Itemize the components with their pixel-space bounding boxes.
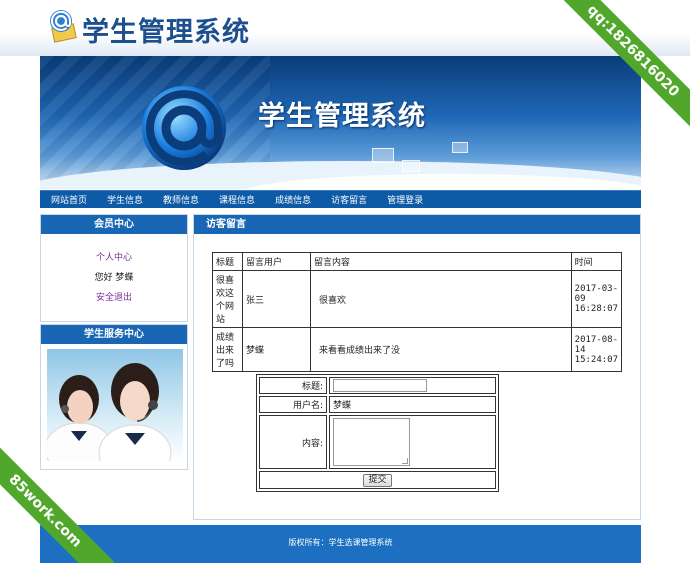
submit-button[interactable]: 提交 <box>363 473 392 487</box>
title-label: 标题: <box>259 377 327 394</box>
envelope-icon <box>402 160 420 172</box>
guestbook-title: 访客留言 <box>194 215 640 234</box>
message-time: 2017-03-09 16:28:07 <box>570 270 623 328</box>
logout-link[interactable]: 安全退出 <box>96 293 132 303</box>
member-center-title: 会员中心 <box>41 215 187 234</box>
profile-link[interactable]: 个人中心 <box>96 253 132 263</box>
username-label: 用户名: <box>259 396 327 413</box>
banner-title: 学生管理系统 <box>258 101 426 132</box>
message-form: 标题: 用户名: 梦蝶 内容: 提交 <box>256 374 499 492</box>
nav-students[interactable]: 学生信息 <box>107 193 143 206</box>
message-content: 很喜欢 <box>310 270 572 328</box>
envelope-icon <box>452 142 468 153</box>
service-staff-illustration <box>47 363 172 461</box>
table-row: 成绩出来了吗 梦蝶 来看看成绩出来了没 2017-08-14 15:24:07 <box>212 327 623 372</box>
service-staff-photo <box>47 349 183 461</box>
message-title: 很喜欢这个网站 <box>212 270 243 328</box>
member-links: 个人中心 您好 梦蝶 安全退出 <box>41 234 187 308</box>
at-logo-icon <box>50 10 77 43</box>
guestbook-table: 标题 留言用户 留言内容 时间 很喜欢这个网站 张三 很喜欢 2017-03-0… <box>212 252 623 372</box>
banner: 学生管理系统 <box>40 56 641 189</box>
greeting-text: 您好 梦蝶 <box>94 273 134 283</box>
table-header-row: 标题 留言用户 留言内容 时间 <box>212 252 623 271</box>
nav-grades[interactable]: 成绩信息 <box>275 193 311 206</box>
footer: 版权所有：学生选课管理系统 <box>40 525 641 563</box>
nav-admin-login[interactable]: 管理登录 <box>387 193 423 206</box>
nav-home[interactable]: 网站首页 <box>51 193 87 206</box>
username-value: 梦蝶 <box>329 396 496 413</box>
title-input[interactable] <box>333 379 427 392</box>
column-header: 留言内容 <box>310 252 572 271</box>
member-center-panel: 会员中心 个人中心 您好 梦蝶 安全退出 <box>40 214 188 322</box>
column-header: 时间 <box>570 252 623 271</box>
content-label: 内容: <box>259 415 327 469</box>
guestbook-panel: 访客留言 标题 留言用户 留言内容 时间 很喜欢这个网站 张三 很喜欢 2017… <box>193 214 641 520</box>
nav-teachers[interactable]: 教师信息 <box>163 193 199 206</box>
nav-courses[interactable]: 课程信息 <box>219 193 255 206</box>
message-title: 成绩出来了吗 <box>212 327 243 372</box>
message-time: 2017-08-14 15:24:07 <box>570 327 623 372</box>
at-symbol-icon <box>142 86 226 170</box>
service-center-panel: 学生服务中心 <box>40 324 188 470</box>
column-header: 标题 <box>212 252 243 271</box>
main-nav: 网站首页 学生信息 教师信息 课程信息 成绩信息 访客留言 管理登录 <box>40 190 641 208</box>
message-content: 来看看成绩出来了没 <box>310 327 572 372</box>
site-title: 学生管理系统 <box>82 17 250 48</box>
service-center-title: 学生服务中心 <box>41 325 187 344</box>
column-header: 留言用户 <box>242 252 311 271</box>
table-row: 很喜欢这个网站 张三 很喜欢 2017-03-09 16:28:07 <box>212 270 623 328</box>
nav-guestbook[interactable]: 访客留言 <box>331 193 367 206</box>
message-user: 梦蝶 <box>242 327 311 372</box>
message-user: 张三 <box>242 270 311 328</box>
content-textarea[interactable] <box>333 418 410 466</box>
envelope-icon <box>372 148 394 163</box>
